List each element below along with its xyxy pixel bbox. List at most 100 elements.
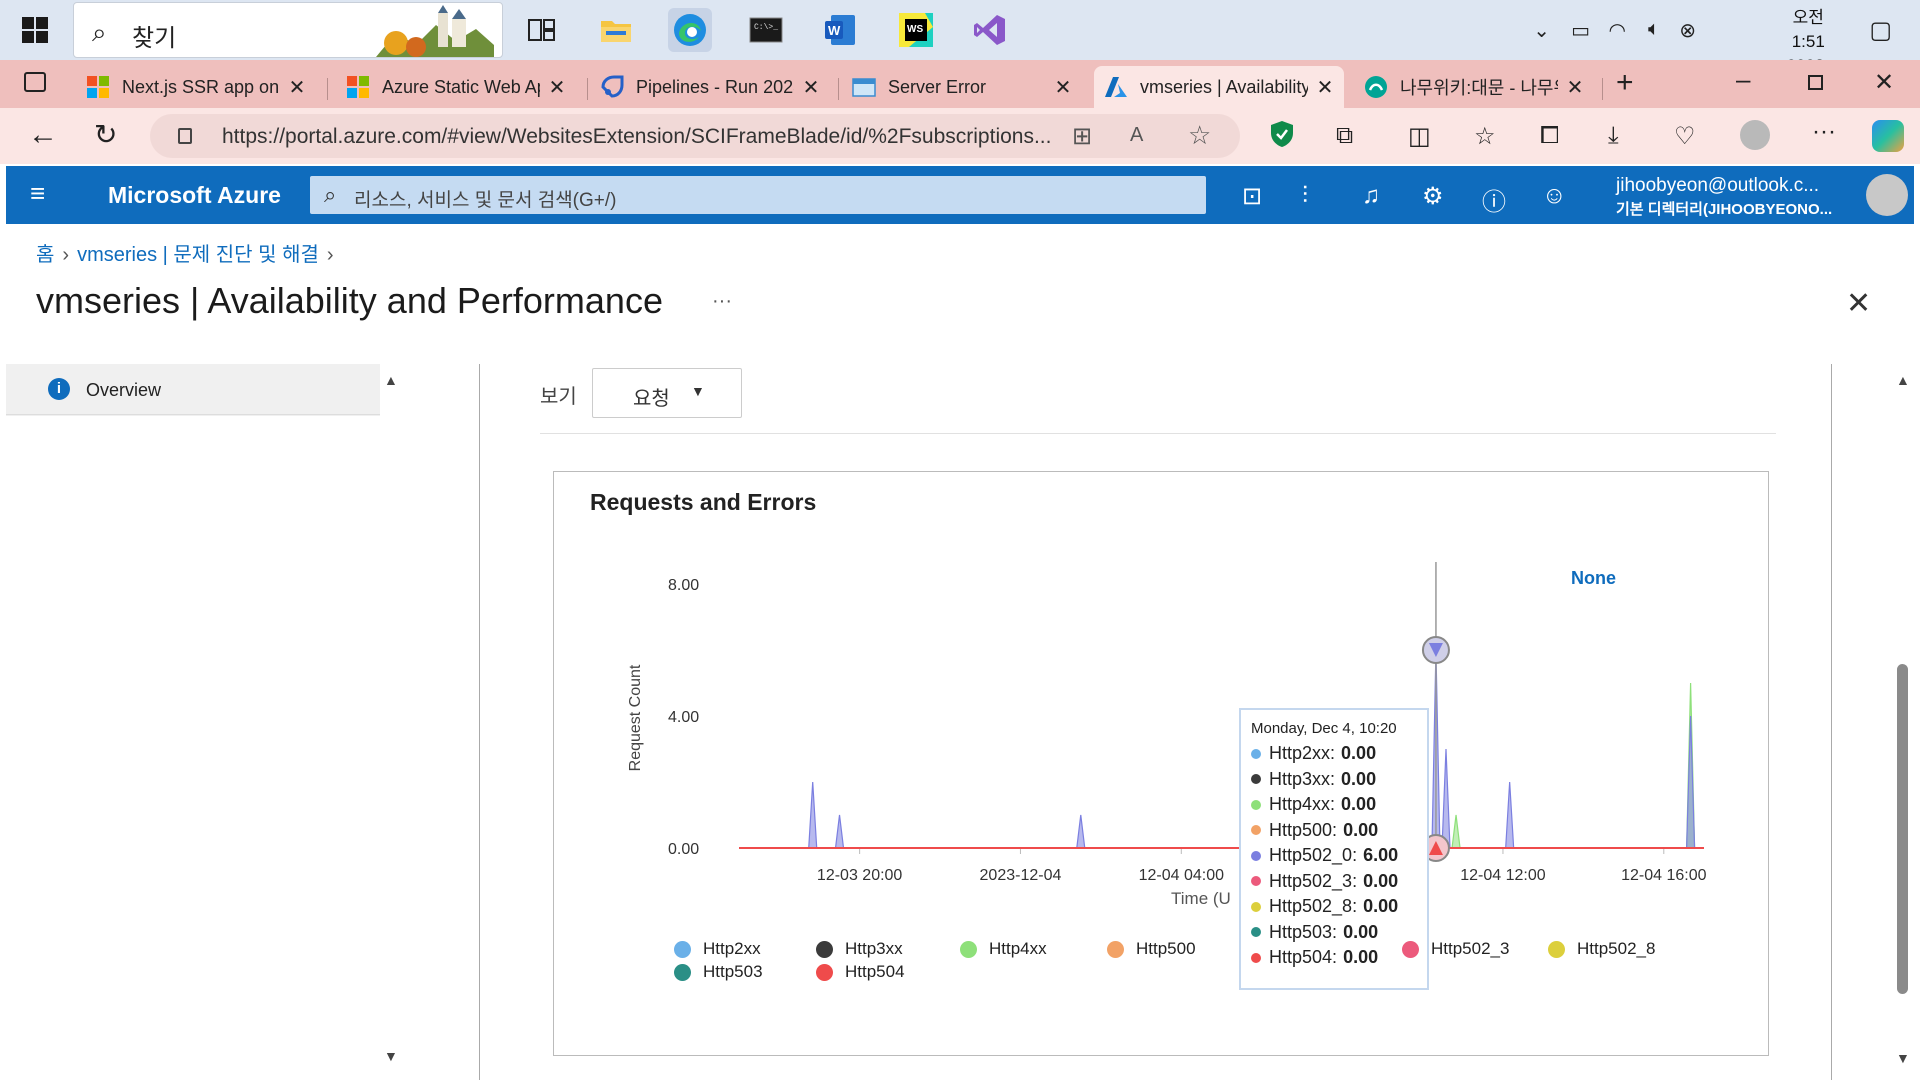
help-icon[interactable]: ⓘ [1482,182,1506,217]
tab-divider [838,78,839,100]
tab-server-error[interactable]: Server Error ✕ [842,66,1082,108]
tab-vmseries-availability[interactable]: vmseries | Availability ✕ [1094,66,1344,108]
close-tab-icon[interactable]: ✕ [1566,75,1584,100]
breadcrumb-home[interactable]: 홈 [36,244,54,266]
chart-selection-label[interactable]: None [1571,568,1616,589]
left-scroll-up-icon[interactable]: ▲ [384,372,398,388]
close-tab-icon[interactable]: ✕ [1054,75,1072,100]
legend-item[interactable]: Http4xx [960,939,1047,959]
legend-item[interactable]: Http503 [674,962,763,982]
chevron-up-icon[interactable]: ⌄ [1533,18,1550,43]
url-field[interactable]: https://portal.azure.com/#view/WebsitesE… [150,114,1240,158]
close-window-icon[interactable]: ✕ [1874,68,1894,97]
site-info-lock-icon[interactable] [178,128,192,144]
section-divider [540,433,1776,434]
close-tab-icon[interactable]: ✕ [548,75,566,100]
close-tab-icon[interactable]: ✕ [288,75,306,100]
tooltip-row: Http500:0.00 [1251,818,1417,844]
tooltip-series-name: Http500 [1269,819,1333,840]
account-info[interactable]: jihoobyeon@outlook.c... 기본 디렉터리(JIHOOBYE… [1616,174,1832,222]
tooltip-row: Http503:0.00 [1251,920,1417,946]
wifi-icon[interactable]: ◠ [1609,18,1626,43]
spike-http502-0 [1441,748,1451,849]
profile-icon[interactable] [1740,120,1770,150]
tooltip-row: Http502_8:0.00 [1251,894,1417,920]
left-nav-item-overview[interactable]: i Overview [6,364,380,416]
read-aloud-icon[interactable]: A [1130,124,1143,147]
app-available-icon[interactable]: ⊞ [1072,122,1092,151]
terminal-icon[interactable]: C:\>_ [744,8,788,52]
mic-muted-icon[interactable]: ⊗ [1679,18,1696,43]
legend-swatch-icon [1402,940,1419,958]
minimize-window-icon[interactable]: – [1736,64,1750,95]
battery-icon[interactable]: ▭ [1571,18,1590,43]
edge-browser-icon[interactable] [668,8,712,52]
breadcrumb-diagnose[interactable]: vmseries | 문제 진단 및 해결 [77,244,319,266]
refresh-icon[interactable]: ↻ [94,118,117,151]
word-icon[interactable]: W [818,8,862,52]
new-tab-icon[interactable]: + [1616,66,1634,100]
favorites-icon[interactable]: ☆ [1474,122,1496,151]
page-scroll-down-icon[interactable]: ▼ [1896,1050,1910,1066]
settings-gear-icon[interactable]: ⚙ [1422,182,1444,211]
performance-icon[interactable]: ♡ [1674,122,1696,151]
favorite-star-icon[interactable]: ☆ [1188,120,1211,151]
tab-azure-static-web-apps[interactable]: Azure Static Web Apps ✕ [336,66,576,108]
page-scroll-up-icon[interactable]: ▲ [1896,372,1910,388]
view-dropdown[interactable]: 요청 ▼ [592,368,742,418]
azure-global-search[interactable]: ⌕ 리소스, 서비스 및 문서 검색(G+/) [310,176,1206,214]
more-options-icon[interactable]: ··· [1812,118,1836,146]
taskbar-search-box[interactable]: ⌕ 찾기 [73,2,503,58]
legend-item[interactable]: Http502_3 [1402,939,1509,959]
series-dot-icon [1251,952,1261,963]
extensions-icon[interactable]: ⧉ [1336,122,1353,150]
visual-studio-icon[interactable] [968,8,1012,52]
blade-more-icon[interactable]: ··· [712,290,732,313]
y-tick-label: 0.00 [668,841,699,858]
browser-essentials-shield-icon[interactable] [1270,120,1294,155]
downloads-icon[interactable]: ⤓ [1608,122,1619,150]
tab-nextjs-ssr[interactable]: Next.js SSR app on Azure ✕ [76,66,316,108]
left-scroll-down-icon[interactable]: ▼ [384,1048,398,1064]
azure-brand[interactable]: Microsoft Azure [108,182,281,209]
file-explorer-icon[interactable] [594,8,638,52]
tab-actions-icon[interactable] [24,72,46,92]
close-tab-icon[interactable]: ✕ [802,75,820,100]
split-screen-icon[interactable]: ◫ [1408,122,1431,151]
notifications-icon[interactable]: ▢ [1869,16,1892,45]
copilot-icon[interactable] [1872,120,1904,152]
restore-window-icon[interactable] [1808,75,1823,90]
tooltip-series-value: 6.00 [1363,845,1399,866]
notifications-bell-icon[interactable]: ♫ [1362,182,1380,210]
legend-item[interactable]: Http3xx [816,939,903,959]
tooltip-series-value: 0.00 [1343,819,1379,840]
page-scrollbar-thumb[interactable] [1897,664,1908,994]
breadcrumb: 홈 › vmseries | 문제 진단 및 해결 › [36,238,342,267]
volume-icon[interactable]: 🔈︎ [1648,18,1660,41]
back-icon[interactable]: ← [28,118,58,152]
feedback-icon[interactable]: ☺ [1542,182,1567,210]
legend-item[interactable]: Http502_8 [1548,939,1655,959]
legend-item[interactable]: Http2xx [674,939,761,959]
tooltip-series-value: 0.00 [1343,947,1379,968]
x-tick-label: 12-03 20:00 [817,867,903,884]
tab-pipelines-run[interactable]: Pipelines - Run 2023 ✕ [590,66,830,108]
page-scrollbar[interactable]: ▲ ▼ [1896,364,1910,1080]
chevron-right-icon: › [62,244,70,266]
close-tab-icon[interactable]: ✕ [1316,75,1334,100]
search-icon: ⌕ [324,182,337,207]
directory-filter-icon[interactable]: ⫶ [1302,182,1308,210]
avatar[interactable] [1866,174,1908,216]
legend-item[interactable]: Http504 [816,962,905,982]
legend-item[interactable]: Http500 [1107,939,1196,959]
spike-http502-0 [808,781,818,849]
webstorm-icon[interactable]: WS [894,8,938,52]
tooltip-series-name: Http3xx [1269,768,1331,789]
collections-icon[interactable]: ⧠ [1540,122,1559,150]
cloud-shell-icon[interactable]: ⊡ [1242,182,1262,211]
windows-start-icon[interactable] [22,17,48,43]
close-blade-icon[interactable]: ✕ [1846,286,1871,321]
task-view-icon[interactable] [520,8,564,52]
tab-namuwiki[interactable]: 나무위키:대문 - 나무위키 ✕ [1354,66,1594,108]
hamburger-menu-icon[interactable]: ≡ [30,178,45,209]
